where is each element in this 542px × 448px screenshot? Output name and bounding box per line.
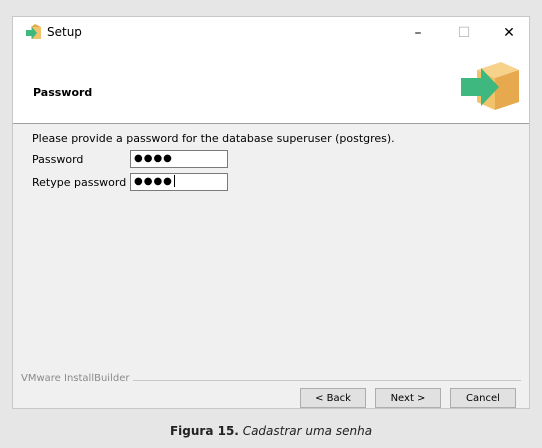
vendor-label: VMware InstallBuilder: [21, 373, 134, 384]
next-button[interactable]: Next >: [375, 388, 441, 408]
minimize-icon: –: [414, 25, 422, 41]
app-icon: [26, 24, 41, 39]
close-button[interactable]: ✕: [486, 17, 532, 49]
installer-box-arrow-icon: [461, 62, 519, 110]
password-label: Password: [32, 153, 84, 166]
figure-number: Figura 15.: [169, 424, 239, 438]
window-title: Setup: [47, 25, 82, 39]
close-icon: ✕: [503, 25, 515, 41]
password-prompt: Please provide a password for the databa…: [32, 132, 395, 145]
password-field[interactable]: ●●●●: [130, 150, 228, 168]
retype-password-label: Retype password: [32, 176, 127, 189]
maximize-button[interactable]: ☐: [441, 17, 487, 49]
retype-password-value: ●●●●: [134, 176, 173, 187]
setup-window: Setup – ☐ ✕ Password Please provide a pa…: [12, 16, 530, 409]
minimize-button[interactable]: –: [395, 17, 441, 49]
figure-text: Cadastrar uma senha: [242, 424, 373, 438]
cancel-button[interactable]: Cancel: [450, 388, 516, 408]
maximize-icon: ☐: [457, 25, 471, 41]
back-button[interactable]: < Back: [300, 388, 366, 408]
wizard-header: Password: [13, 49, 529, 124]
text-caret: [173, 175, 175, 187]
title-bar: Setup – ☐ ✕: [13, 17, 529, 49]
retype-password-field[interactable]: ●●●●: [130, 173, 228, 191]
page-title: Password: [33, 86, 93, 99]
password-value: ●●●●: [134, 153, 173, 164]
figure-caption: Figura 15. Cadastrar uma senha: [0, 424, 542, 438]
